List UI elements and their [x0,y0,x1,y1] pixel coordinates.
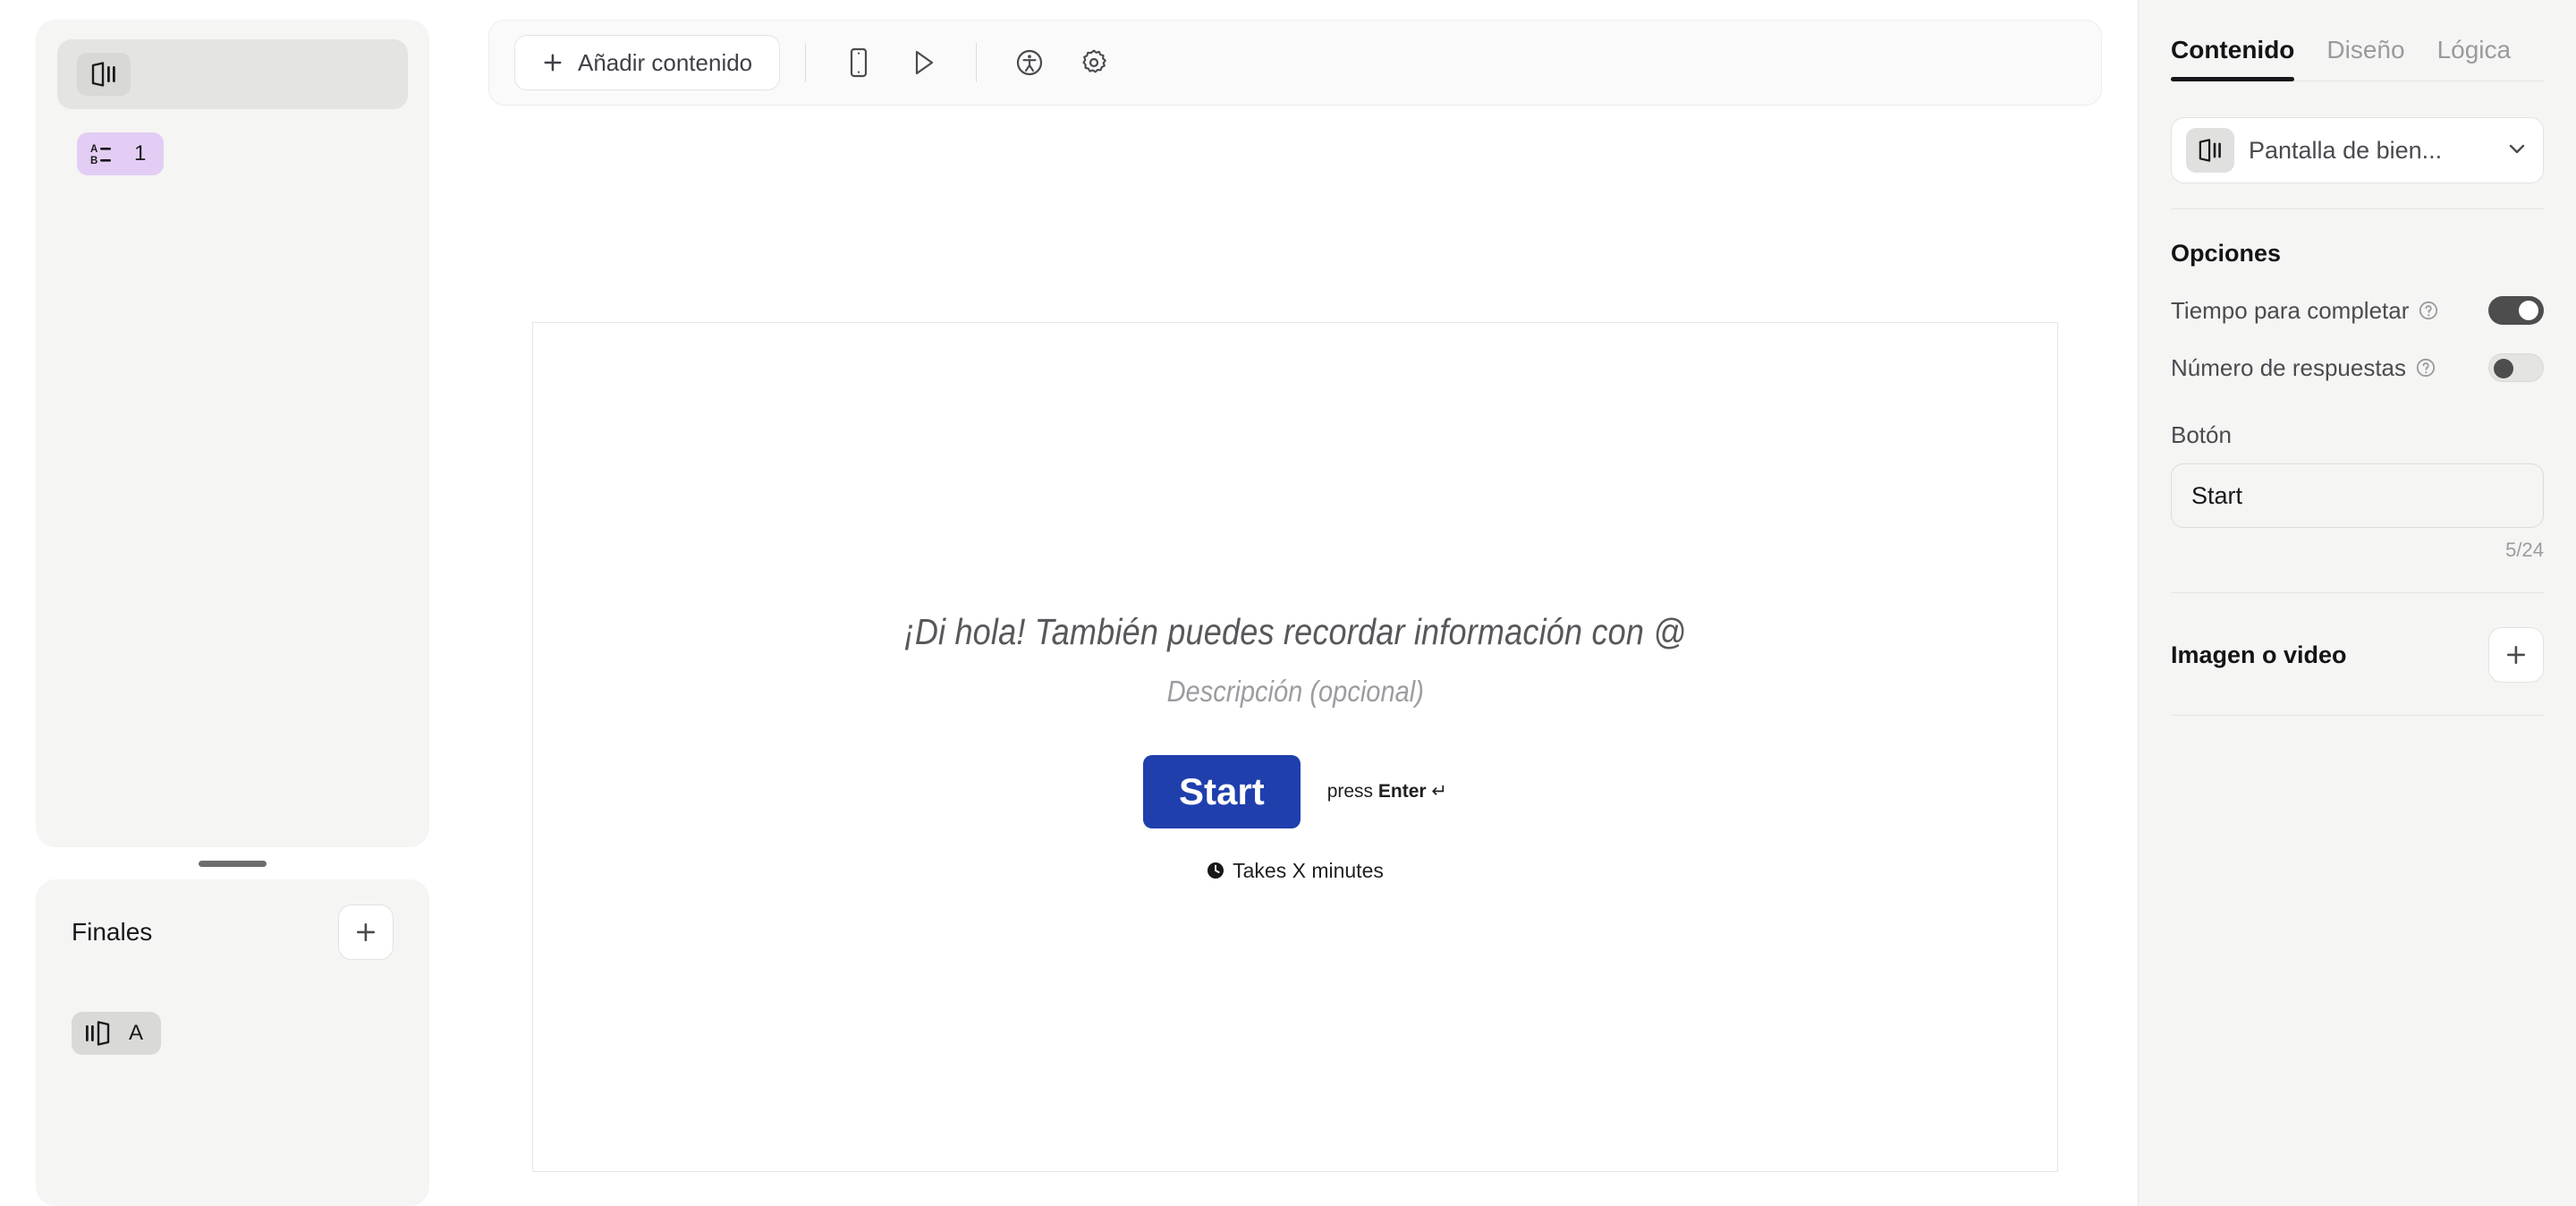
plus-icon [2504,643,2528,667]
endings-title: Finales [72,918,152,947]
takes-time-label: Takes X minutes [1207,859,1384,883]
welcome-screen-canvas: ¡Di hola! También puedes recordar inform… [532,322,2058,1172]
left-sidebar: A B 1 Finales [0,0,465,1206]
sidebar-item-question-1[interactable]: A B 1 [77,132,164,175]
press-enter-hint: press Enter ↵ [1327,780,1447,803]
resize-grip [199,861,267,867]
questions-list: A B 1 [57,132,408,175]
play-preview-icon[interactable] [895,35,951,90]
settings-gear-icon[interactable] [1066,35,1122,90]
welcome-screen-icon [77,53,131,96]
panel-divider-1 [2171,208,2544,209]
option-row-time-to-complete: Tiempo para completar [2171,296,2544,325]
sidebar-resize-handle[interactable] [36,847,429,879]
tab-diseno[interactable]: Diseño [2326,36,2404,81]
press-hint-key: Enter [1378,781,1427,802]
endings-list: A [61,1012,404,1055]
clock-icon [1207,862,1224,879]
media-section-row: Imagen o video [2171,627,2544,683]
button-section-label: Botón [2171,421,2544,449]
chevron-down-icon [2505,137,2529,165]
add-content-label: Añadir contenido [578,49,752,77]
toggle-knob [2494,359,2513,378]
svg-text:A: A [90,144,97,155]
welcome-screen-icon [2186,128,2234,173]
option-row-response-count: Número de respuestas [2171,353,2544,382]
takes-time-text: Takes X minutes [1233,859,1384,883]
help-circle-icon[interactable] [2418,300,2439,321]
press-hint-arrow: ↵ [1431,781,1447,802]
button-text-input[interactable] [2171,463,2544,528]
svg-text:B: B [90,156,97,166]
help-circle-icon[interactable] [2415,357,2436,378]
canvas-headline[interactable]: ¡Di hola! También puedes recordar inform… [904,611,1687,653]
panel-divider-3 [2171,715,2544,716]
right-properties-panel: Contenido Diseño Lógica Pantalla de bien… [2138,0,2576,1206]
button-text-counter: 5/24 [2171,539,2544,562]
toolbar-separator-1 [805,43,806,82]
endings-panel: Finales [36,879,429,1206]
add-content-button[interactable]: Añadir contenido [514,35,780,90]
toolbar-separator-2 [976,43,977,82]
ending-screen-icon [72,1012,123,1055]
canvas-button-row: Start press Enter ↵ [1143,755,1447,828]
press-hint-prefix: press [1327,781,1378,802]
media-section-label: Imagen o video [2171,641,2347,669]
add-ending-button[interactable] [338,904,394,960]
accessibility-icon[interactable] [1002,35,1057,90]
app-root: A B 1 Finales [0,0,2576,1206]
mobile-preview-icon[interactable] [831,35,886,90]
multiple-choice-icon: A B [77,132,129,175]
canvas-wrapper: ¡Di hola! También puedes recordar inform… [488,106,2102,1206]
sidebar-ending-label: A [129,1021,143,1046]
screen-selector-dropdown[interactable]: Pantalla de bien... [2171,117,2544,183]
add-media-button[interactable] [2488,627,2544,683]
panel-tabs: Contenido Diseño Lógica [2171,0,2544,81]
toggle-response-count[interactable] [2488,353,2544,382]
option-label-time-to-complete: Tiempo para completar [2171,297,2409,325]
endings-header: Finales [61,904,404,960]
screens-panel: A B 1 [36,20,429,847]
tab-logica[interactable]: Lógica [2437,36,2512,81]
screen-selector-label: Pantalla de bien... [2249,137,2491,165]
plus-icon [354,921,377,944]
sidebar-question-number: 1 [134,141,146,166]
option-label-response-count: Número de respuestas [2171,354,2406,382]
editor-toolbar: Añadir contenido [488,20,2102,106]
sidebar-item-ending-a[interactable]: A [72,1012,161,1055]
toggle-knob [2519,301,2538,320]
plus-icon [542,52,564,73]
center-area: Añadir contenido [465,0,2138,1206]
canvas-start-button[interactable]: Start [1143,755,1301,828]
options-section-title: Opciones [2171,240,2544,268]
panel-divider-2 [2171,592,2544,593]
sidebar-item-welcome-screen[interactable] [57,39,408,109]
tab-contenido[interactable]: Contenido [2171,36,2294,81]
canvas-description[interactable]: Descripción (opcional) [1166,675,1423,709]
toggle-time-to-complete[interactable] [2488,296,2544,325]
